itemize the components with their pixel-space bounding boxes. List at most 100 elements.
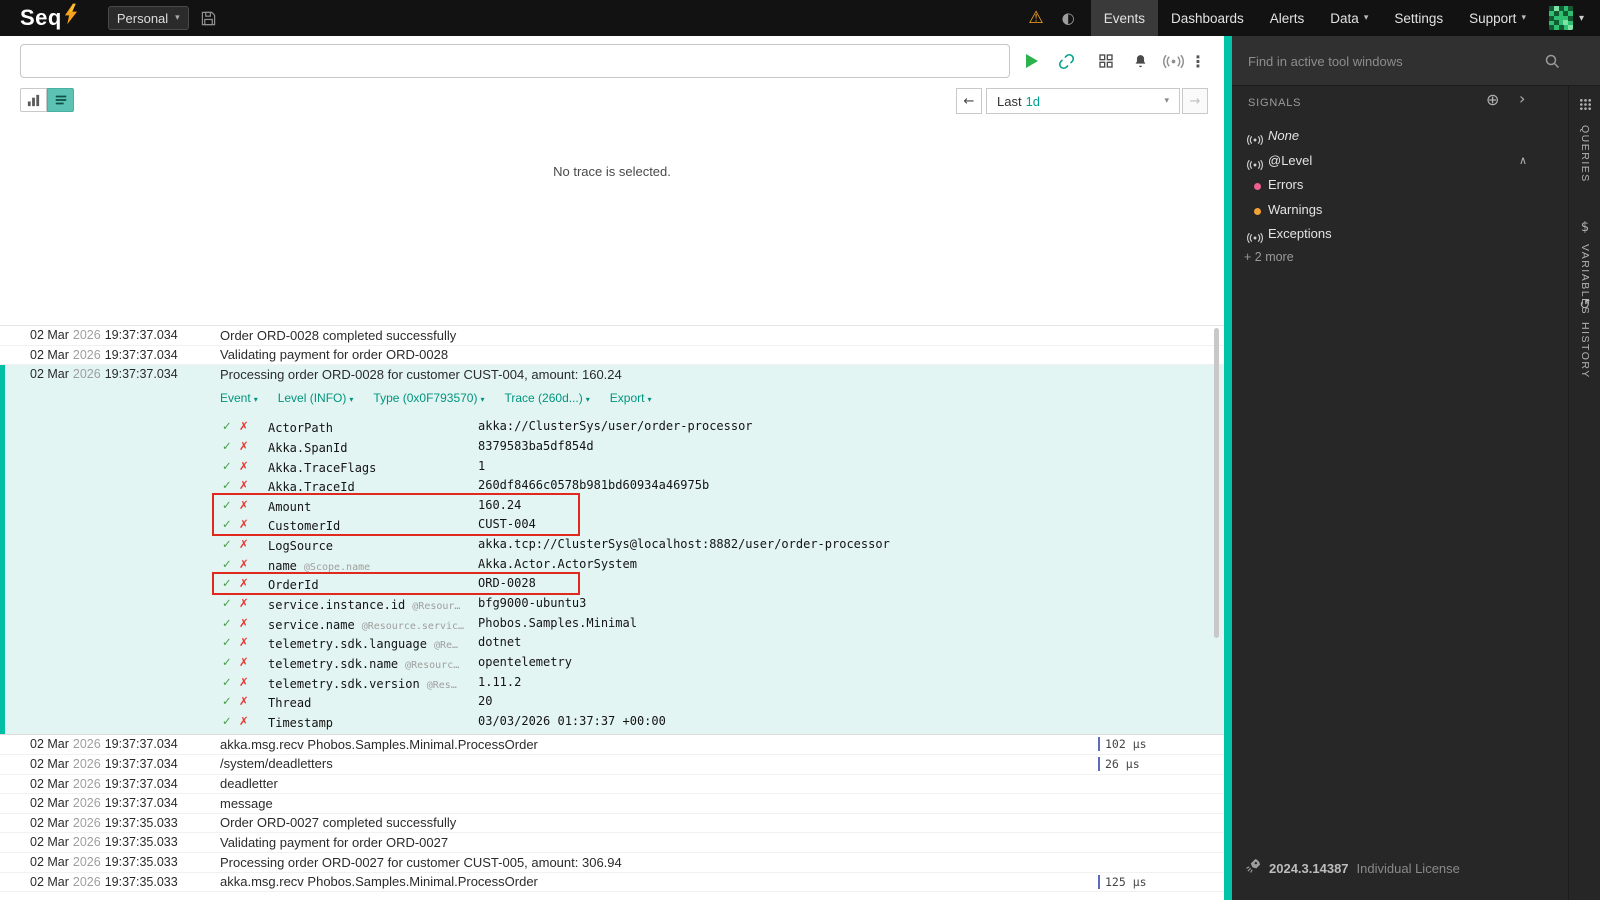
log-event-row[interactable]: 02 Mar 2026 19:37:37.034 message [0, 794, 1224, 814]
nav-dashboards[interactable]: Dashboards [1158, 0, 1257, 36]
signal-item-warnings[interactable]: Warnings [1232, 199, 1568, 224]
property-value[interactable]: Akka.Actor.ActorSystem [478, 557, 637, 571]
theme-toggle-icon[interactable]: ◐ [1062, 9, 1075, 27]
property-value[interactable]: akka.tcp://ClusterSys@localhost:8882/use… [478, 537, 890, 551]
property-key[interactable]: service.instance.id [268, 598, 405, 612]
log-event-row[interactable]: 02 Mar 2026 19:37:37.034 /system/deadlette… [0, 755, 1224, 775]
property-key[interactable]: Akka.TraceFlags [268, 461, 376, 475]
add-signal-icon[interactable]: ⊕ [1486, 90, 1499, 109]
signals-more-link[interactable]: + 2 more [1244, 250, 1294, 264]
dashboard-add-button[interactable] [1091, 46, 1121, 76]
collapse-icon[interactable]: ∧ [1519, 154, 1527, 167]
strip-queries-tab[interactable]: QUERIES [1569, 98, 1600, 183]
event-filter-input[interactable] [20, 44, 1010, 78]
exclude-filter-icon[interactable]: ✗ [239, 635, 249, 649]
property-key[interactable]: Akka.TraceId [268, 480, 355, 494]
time-range-select[interactable]: Last 1d ▾ [986, 88, 1180, 114]
include-filter-icon[interactable]: ✓ [222, 675, 232, 689]
property-value[interactable]: ORD-0028 [478, 576, 536, 590]
property-value[interactable]: CUST-004 [478, 517, 536, 531]
property-key[interactable]: name [268, 559, 297, 573]
property-value[interactable]: 03/03/2026 01:37:37 +00:00 [478, 714, 666, 728]
include-filter-icon[interactable]: ✓ [222, 537, 232, 551]
exclude-filter-icon[interactable]: ✗ [239, 714, 249, 728]
property-key[interactable]: telemetry.sdk.name [268, 657, 398, 671]
property-value[interactable]: bfg9000-ubuntu3 [478, 596, 586, 610]
range-forward-button[interactable]: → [1182, 88, 1208, 114]
property-value[interactable]: akka://ClusterSys/user/order-processor [478, 419, 753, 433]
unlink-button[interactable] [1051, 46, 1081, 76]
exclude-filter-icon[interactable]: ✗ [239, 576, 249, 590]
include-filter-icon[interactable]: ✓ [222, 517, 232, 531]
property-value[interactable]: opentelemetry [478, 655, 572, 669]
property-key[interactable]: ActorPath [268, 421, 333, 435]
exclude-filter-icon[interactable]: ✗ [239, 537, 249, 551]
run-query-button[interactable] [1016, 46, 1046, 76]
panel-splitter[interactable] [1224, 36, 1232, 900]
exclude-filter-icon[interactable]: ✗ [239, 459, 249, 473]
nav-settings[interactable]: Settings [1381, 0, 1456, 36]
property-key[interactable]: OrderId [268, 578, 319, 592]
property-key[interactable]: Amount [268, 500, 311, 514]
property-key[interactable]: Thread [268, 696, 311, 710]
event-menu-button[interactable]: Event ▾ [220, 391, 258, 405]
user-menu-caret-icon[interactable]: ▾ [1579, 13, 1584, 24]
include-filter-icon[interactable]: ✓ [222, 557, 232, 571]
property-value[interactable]: dotnet [478, 635, 521, 649]
workspace-selector[interactable]: Personal ▾ [107, 6, 189, 30]
export-menu-button[interactable]: Export ▾ [610, 391, 652, 405]
log-event-row[interactable]: 02 Mar 2026 19:37:37.034 deadletter [0, 775, 1224, 795]
exclude-filter-icon[interactable]: ✗ [239, 439, 249, 453]
range-back-button[interactable]: ← [956, 88, 982, 114]
log-event-row[interactable]: 02 Mar 2026 19:37:37.034 Validating paymen… [0, 346, 1224, 366]
property-value[interactable]: 260df8466c0578b981bd60934a46975b [478, 478, 709, 492]
exclude-filter-icon[interactable]: ✗ [239, 419, 249, 433]
log-event-row[interactable]: 02 Mar 2026 19:37:35.033 Processing order … [0, 853, 1224, 873]
signal-item-errors[interactable]: Errors [1232, 174, 1568, 199]
type-menu-button[interactable]: Type (0x0F793570) ▾ [373, 391, 484, 405]
exclude-filter-icon[interactable]: ✗ [239, 694, 249, 708]
trace-menu-button[interactable]: Trace (260d...) ▾ [504, 391, 589, 405]
property-value[interactable]: 1 [478, 459, 485, 473]
exclude-filter-icon[interactable]: ✗ [239, 675, 249, 689]
include-filter-icon[interactable]: ✓ [222, 694, 232, 708]
include-filter-icon[interactable]: ✓ [222, 635, 232, 649]
nav-events[interactable]: Events [1090, 0, 1158, 36]
signal-item-none[interactable]: None [1232, 125, 1568, 150]
include-filter-icon[interactable]: ✓ [222, 498, 232, 512]
nav-support[interactable]: Support ▾ [1456, 0, 1539, 36]
property-value[interactable]: 8379583ba5df854d [478, 439, 594, 453]
property-key[interactable]: telemetry.sdk.language [268, 637, 427, 651]
exclude-filter-icon[interactable]: ✗ [239, 478, 249, 492]
property-value[interactable]: 1.11.2 [478, 675, 521, 689]
alert-add-button[interactable] [1125, 46, 1155, 76]
log-event-row[interactable]: 02 Mar 2026 19:37:37.034 Order ORD-0028 co… [0, 326, 1224, 346]
include-filter-icon[interactable]: ✓ [222, 616, 232, 630]
level-menu-button[interactable]: Level (INFO) ▾ [278, 391, 354, 405]
include-filter-icon[interactable]: ✓ [222, 596, 232, 610]
log-event-row[interactable]: 02 Mar 2026 19:37:37.034 akka.msg.recv Pho… [0, 735, 1224, 755]
property-key[interactable]: telemetry.sdk.version [268, 677, 420, 691]
log-event-row[interactable]: 02 Mar 2026 19:37:35.033 Order ORD-0027 co… [0, 814, 1224, 834]
log-event-row[interactable]: 02 Mar 2026 19:37:35.033 Validating paymen… [0, 833, 1224, 854]
include-filter-icon[interactable]: ✓ [222, 478, 232, 492]
property-key[interactable]: Akka.SpanId [268, 441, 347, 455]
save-icon[interactable] [201, 11, 216, 26]
exclude-filter-icon[interactable]: ✗ [239, 616, 249, 630]
signal-item-level[interactable]: @Level ∧ [1232, 150, 1568, 175]
property-value[interactable]: 160.24 [478, 498, 521, 512]
include-filter-icon[interactable]: ✓ [222, 439, 232, 453]
nav-alerts[interactable]: Alerts [1257, 0, 1318, 36]
include-filter-icon[interactable]: ✓ [222, 419, 232, 433]
signal-item-exceptions[interactable]: Exceptions [1232, 223, 1568, 248]
chart-view-button[interactable] [20, 88, 47, 112]
log-event-row[interactable]: 02 Mar 2026 19:37:35.033 akka.msg.recv Pho… [0, 873, 1224, 893]
sidebar-search-input[interactable] [1248, 36, 1528, 86]
property-key[interactable]: Timestamp [268, 716, 333, 730]
include-filter-icon[interactable]: ✓ [222, 459, 232, 473]
exclude-filter-icon[interactable]: ✗ [239, 517, 249, 531]
property-key[interactable]: CustomerId [268, 519, 340, 533]
chevron-right-icon[interactable]: › [1519, 89, 1525, 108]
more-options-button[interactable]: ⋮ [1188, 46, 1208, 76]
property-key[interactable]: service.name [268, 618, 355, 632]
